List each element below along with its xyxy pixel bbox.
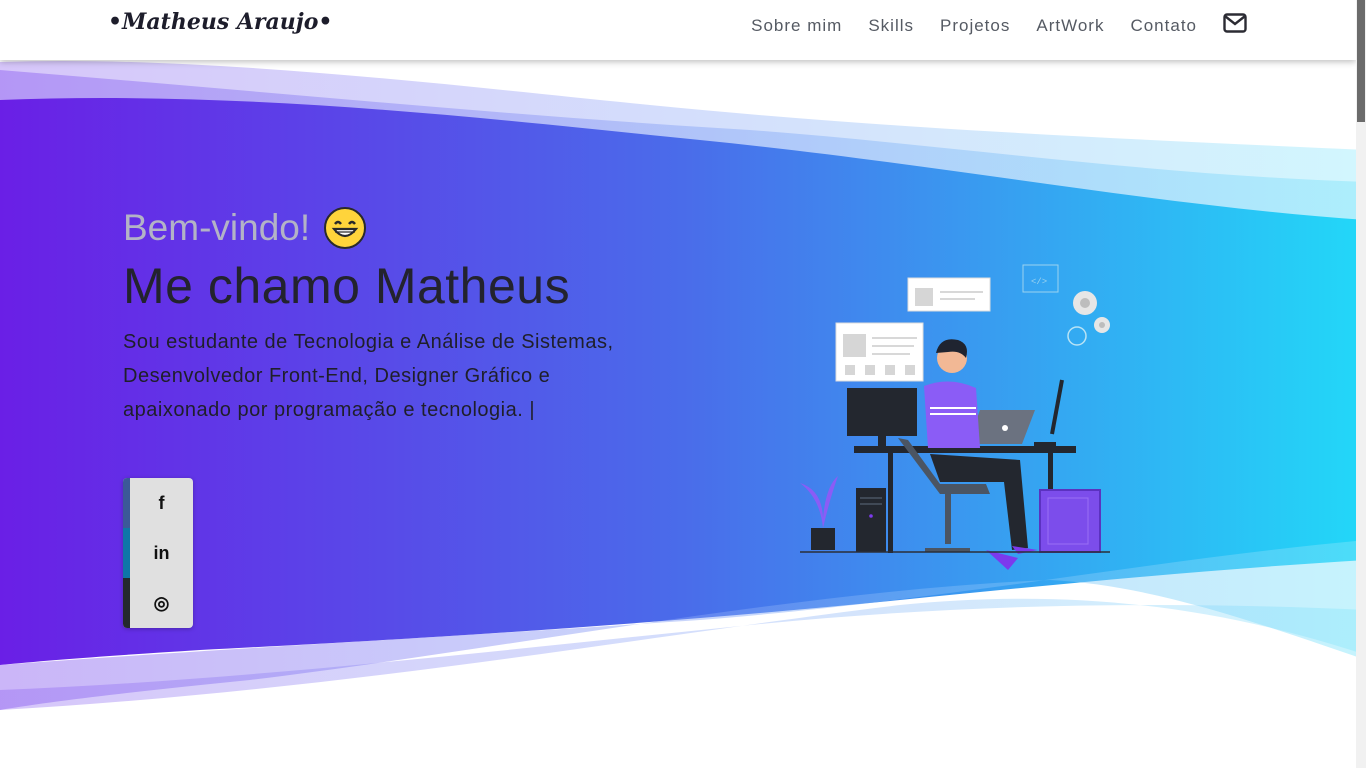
developer-illustration: </> <box>800 264 1110 570</box>
site-logo[interactable]: •Matheus Araujo• <box>108 9 332 35</box>
scrollbar-thumb[interactable] <box>1357 0 1365 122</box>
envelope-icon[interactable] <box>1223 13 1247 33</box>
nav-link-sobre-mim[interactable]: Sobre mim <box>751 16 842 36</box>
hero-bio: Sou estudante de Tecnologia e Análise de… <box>123 331 614 421</box>
facebook-stripe <box>123 478 130 528</box>
nav-link-projetos[interactable]: Projetos <box>940 16 1010 36</box>
svg-text:</>: </> <box>1031 277 1047 287</box>
nav-links: Sobre mim Skills Projetos ArtWork Contat… <box>725 16 1197 36</box>
greeting: Bem-vindo! <box>123 205 643 251</box>
nav-link-skills[interactable]: Skills <box>868 16 914 36</box>
greeting-text: Bem-vindo! <box>123 207 311 248</box>
grinning-face-emoji-icon <box>324 207 367 249</box>
linkedin-stripe <box>123 528 130 578</box>
nav-link-artwork[interactable]: ArtWork <box>1036 16 1104 36</box>
linkedin-icon: in <box>153 543 170 563</box>
github-link[interactable]: ◎ <box>123 578 193 628</box>
hero-text: Bem-vindo! Me chamo Matheus Sou estudant… <box>123 205 643 427</box>
github-icon: ◎ <box>153 593 170 613</box>
nav-link-contato[interactable]: Contato <box>1130 16 1197 36</box>
github-stripe <box>123 578 130 628</box>
navbar: •Matheus Araujo• Sobre mim Skills Projet… <box>0 0 1356 60</box>
facebook-icon: f <box>158 493 165 513</box>
hero-headline: Me chamo Matheus <box>123 258 571 314</box>
linkedin-link[interactable]: in <box>123 528 193 578</box>
social-panel: f in ◎ <box>123 478 193 628</box>
facebook-link[interactable]: f <box>123 478 193 528</box>
